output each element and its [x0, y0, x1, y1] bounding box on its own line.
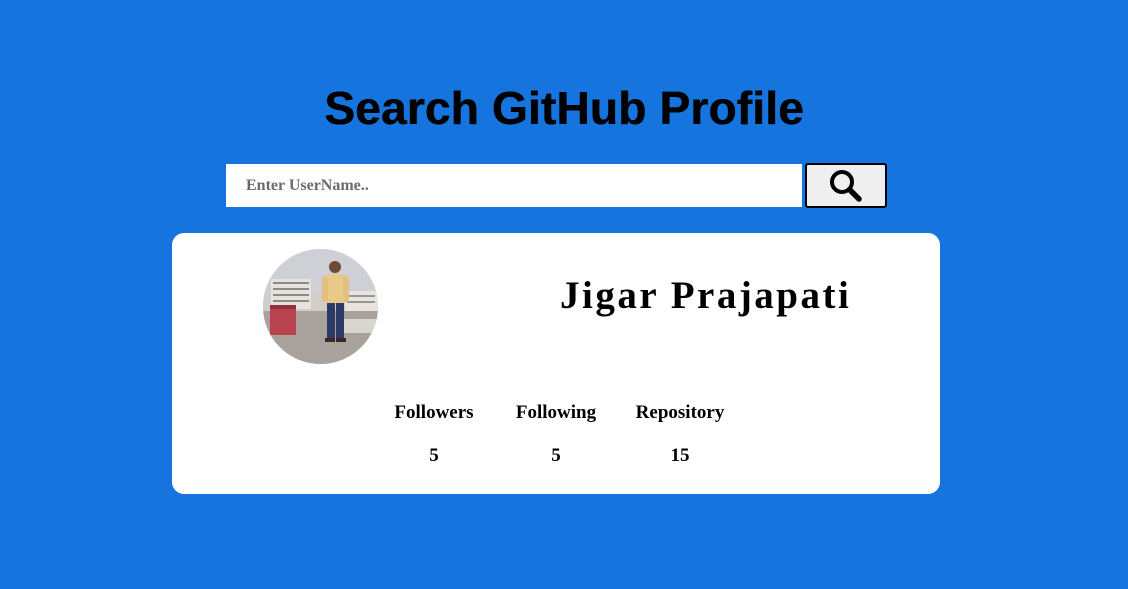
- profile-avatar: [263, 249, 378, 364]
- profile-name: Jigar Prajapati: [560, 274, 852, 317]
- profile-card: Jigar Prajapati Followers 5 Following 5 …: [172, 233, 940, 494]
- profile-stats: Followers 5 Following 5 Repository 15: [372, 399, 772, 479]
- following-stat: Following 5: [494, 399, 618, 470]
- stat-value: 5: [551, 445, 561, 466]
- repository-stat: Repository 15: [618, 399, 742, 470]
- stat-label: Followers: [394, 402, 474, 423]
- stat-value: 15: [670, 445, 690, 466]
- username-search-input[interactable]: [226, 164, 802, 207]
- stat-label: Repository: [635, 402, 725, 423]
- search-button[interactable]: [805, 163, 887, 208]
- page-title: Search GitHub Profile: [324, 82, 804, 134]
- stat-label: Following: [515, 402, 597, 423]
- search-icon: [830, 169, 862, 202]
- stat-value: 5: [429, 445, 439, 466]
- followers-stat: Followers 5: [372, 399, 496, 470]
